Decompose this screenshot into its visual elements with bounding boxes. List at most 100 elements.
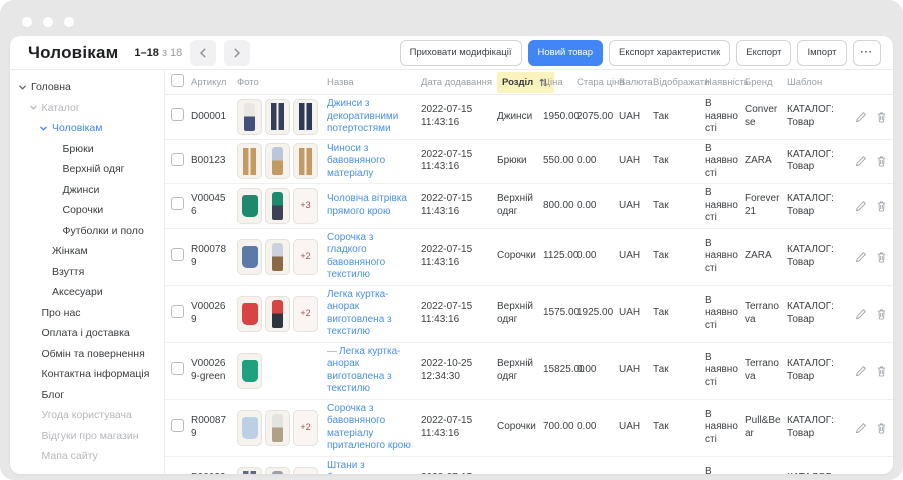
hide-modifications-button[interactable]: Приховати модифікації — [400, 40, 522, 66]
next-page-button[interactable] — [224, 40, 250, 66]
product-photo[interactable] — [265, 99, 290, 135]
sidebar-item-18[interactable]: Мапа сайту — [10, 446, 164, 467]
row-checkbox[interactable] — [171, 305, 184, 318]
sidebar-item-5[interactable]: Джинси — [10, 180, 164, 201]
cell-template: КАТАЛОГ: Товар — [787, 193, 851, 218]
column-header-label: Розділ — [502, 77, 533, 88]
sidebar-item-14[interactable]: Контактна інформація — [10, 364, 164, 385]
product-photo[interactable] — [237, 188, 262, 224]
sidebar-item-2[interactable]: Чоловікам — [10, 118, 164, 139]
product-photo[interactable] — [265, 296, 290, 332]
more-photos-badge[interactable]: +2 — [293, 467, 318, 475]
select-all-checkbox[interactable] — [171, 74, 184, 87]
chevron-down-icon — [18, 83, 31, 92]
prev-page-button[interactable] — [190, 40, 216, 66]
delete-button[interactable] — [876, 200, 887, 212]
panel-body: ГоловнаКаталогЧоловікамБрюкиВерхній одяг… — [10, 70, 893, 474]
product-photo[interactable] — [265, 467, 290, 475]
column-header-display: Відображати — [653, 77, 705, 88]
product-photo[interactable] — [293, 99, 318, 135]
product-photo[interactable] — [237, 410, 262, 446]
sidebar-item-1[interactable]: Каталог — [10, 98, 164, 119]
cell-check — [171, 362, 191, 380]
more-photos-badge[interactable]: +2 — [293, 410, 318, 446]
product-photo[interactable] — [265, 410, 290, 446]
sidebar-item-16[interactable]: Угода користувача — [10, 405, 164, 426]
product-photo[interactable] — [237, 143, 262, 179]
product-photo[interactable] — [265, 188, 290, 224]
import-button[interactable]: Імпорт — [797, 40, 846, 66]
export-button[interactable]: Експорт — [736, 40, 791, 66]
product-name-link[interactable]: Чиноси з бавовняного матеріалу — [327, 143, 385, 179]
row-checkbox[interactable] — [171, 248, 184, 261]
product-name-link[interactable]: Легка куртка-анорак виготовлена з тексти… — [327, 289, 392, 338]
cell-date: 2022-07-15 11:43:16 — [421, 149, 497, 174]
delete-button[interactable] — [876, 365, 887, 377]
sidebar-item-6[interactable]: Сорочки — [10, 200, 164, 221]
cell-display: Так — [653, 200, 705, 213]
sidebar-item-13[interactable]: Обмін та повернення — [10, 344, 164, 365]
window-control-close-icon[interactable] — [22, 17, 32, 27]
product-photo[interactable] — [237, 239, 262, 275]
new-product-button[interactable]: Новий товар — [528, 40, 603, 66]
product-photos — [237, 143, 321, 179]
edit-button[interactable] — [855, 422, 867, 434]
product-name-link[interactable]: Легка куртка-анорак виготовлена з тексти… — [327, 346, 401, 395]
product-name-link[interactable]: Штани з бавовняного матеріалу прямого кр… — [327, 460, 414, 475]
delete-button[interactable] — [876, 155, 887, 167]
product-photo[interactable] — [237, 353, 262, 389]
product-photo[interactable] — [265, 239, 290, 275]
sidebar-item-15[interactable]: Блог — [10, 385, 164, 406]
cell-check — [171, 197, 191, 215]
sidebar-item-11[interactable]: Про нас — [10, 303, 164, 324]
product-photo[interactable] — [237, 99, 262, 135]
delete-button[interactable] — [876, 111, 887, 123]
sidebar-item-9[interactable]: Взуття — [10, 262, 164, 283]
sidebar-item-0[interactable]: Головна — [10, 77, 164, 98]
column-header-section[interactable]: Розділ — [497, 72, 543, 93]
cell-section: Верхній одяг — [497, 193, 543, 218]
product-name-link[interactable]: Чоловіча вітрівка прямого крою — [327, 193, 407, 217]
edit-button[interactable] — [855, 200, 867, 212]
product-photo[interactable] — [265, 143, 290, 179]
sidebar-item-7[interactable]: Футболки и поло — [10, 221, 164, 242]
delete-button[interactable] — [876, 422, 887, 434]
edit-button[interactable] — [855, 111, 867, 123]
sidebar-item-10[interactable]: Аксесуари — [10, 282, 164, 303]
cell-photo: +2 — [237, 239, 327, 275]
window-control-minimize-icon[interactable] — [43, 17, 53, 27]
more-photos-badge[interactable]: +2 — [293, 239, 318, 275]
edit-button[interactable] — [855, 155, 867, 167]
product-name-link[interactable]: Сорочка з гладкого бавовняного текстилю — [327, 232, 385, 281]
product-name-link[interactable]: Джинси з декоративними потертостями — [327, 98, 398, 134]
pagination-range: 1–18 з 18 — [134, 47, 182, 59]
export-characteristics-button[interactable]: Експорт характеристик — [609, 40, 730, 66]
edit-icon — [855, 111, 867, 123]
row-checkbox[interactable] — [171, 153, 184, 166]
window-control-maximize-icon[interactable] — [64, 17, 74, 27]
delete-button[interactable] — [876, 251, 887, 263]
sidebar-item-label: Сорочки — [63, 204, 104, 216]
delete-button[interactable] — [876, 308, 887, 320]
sidebar-item-12[interactable]: Оплата і доставка — [10, 323, 164, 344]
product-name-link[interactable]: Сорочка з бавовняного матеріалу притален… — [327, 403, 411, 452]
product-photo[interactable] — [237, 467, 262, 475]
product-photo[interactable] — [293, 143, 318, 179]
more-actions-button[interactable]: ··· — [853, 40, 882, 66]
sidebar-item-8[interactable]: Жінкам — [10, 241, 164, 262]
sidebar-item-4[interactable]: Верхній одяг — [10, 159, 164, 180]
row-checkbox[interactable] — [171, 197, 184, 210]
row-checkbox[interactable] — [171, 108, 184, 121]
product-photo[interactable] — [237, 296, 262, 332]
cell-currency: UAH — [619, 364, 653, 377]
cell-availability: В наявності — [705, 143, 745, 181]
row-checkbox[interactable] — [171, 362, 184, 375]
edit-button[interactable] — [855, 251, 867, 263]
edit-button[interactable] — [855, 365, 867, 377]
more-photos-badge[interactable]: +3 — [293, 188, 318, 224]
sidebar-item-3[interactable]: Брюки — [10, 139, 164, 160]
edit-button[interactable] — [855, 308, 867, 320]
more-photos-badge[interactable]: +2 — [293, 296, 318, 332]
row-checkbox[interactable] — [171, 419, 184, 432]
sidebar-item-17[interactable]: Відгуки про магазин — [10, 426, 164, 447]
